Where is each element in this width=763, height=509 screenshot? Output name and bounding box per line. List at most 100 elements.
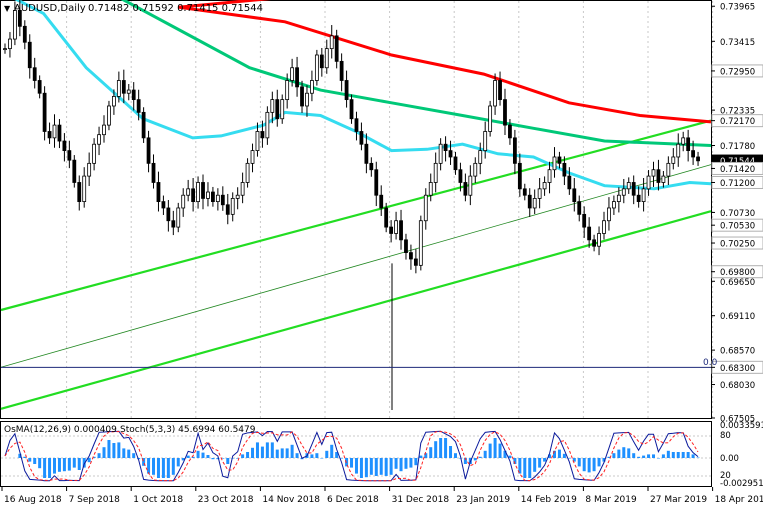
candle-body xyxy=(136,99,141,113)
candle-body xyxy=(527,194,532,209)
candle-body xyxy=(62,140,67,152)
candle-body xyxy=(324,48,329,69)
price-tick-label: 0.70730 xyxy=(720,209,755,219)
osma-bar xyxy=(77,458,81,470)
time-tick-label: 1 Oct 2018 xyxy=(133,495,183,505)
candle-body xyxy=(463,182,468,196)
osma-bar xyxy=(592,458,596,472)
candle-body xyxy=(260,131,265,139)
osma-bar xyxy=(389,458,393,475)
candle-body xyxy=(587,226,592,241)
osma-bar xyxy=(642,455,646,458)
osma-bar xyxy=(28,458,32,462)
osma-bar xyxy=(97,453,101,458)
candle-body xyxy=(107,105,111,126)
price-tick-label: 0.69650 xyxy=(720,278,755,288)
osma-bar xyxy=(350,458,354,468)
candle-body xyxy=(151,162,156,183)
candle-body xyxy=(245,162,250,183)
candle-body xyxy=(67,150,72,161)
candle-body xyxy=(8,38,12,50)
osma-bar xyxy=(409,458,413,468)
candle-body xyxy=(616,194,621,202)
candle-body xyxy=(537,188,542,199)
osma-bar xyxy=(176,458,180,467)
chart-title: AUDUSD,Daily xyxy=(14,3,86,14)
candle-body xyxy=(483,131,488,152)
candle-body xyxy=(448,150,453,158)
osma-bar xyxy=(147,458,151,474)
osma-bar xyxy=(280,448,284,458)
candle-body xyxy=(305,92,309,107)
osma-bar xyxy=(498,443,502,458)
osma-bar xyxy=(656,458,660,459)
candle-body xyxy=(394,220,398,234)
candle-body xyxy=(156,182,161,202)
time-tick-label: 7 Sep 2018 xyxy=(69,495,121,505)
candle-body xyxy=(597,233,601,247)
candle-body xyxy=(379,194,384,209)
candle-body xyxy=(329,35,334,50)
candle-body xyxy=(121,80,126,94)
candle-body xyxy=(686,137,691,152)
osma-bar xyxy=(275,449,279,458)
candle-body xyxy=(409,252,413,260)
osma-bar xyxy=(478,456,482,458)
candle-body xyxy=(443,143,448,152)
candle-body xyxy=(522,188,527,196)
candle-body xyxy=(478,150,483,164)
candle-body xyxy=(52,124,57,139)
candle-body xyxy=(542,182,547,190)
candle-body xyxy=(57,124,62,142)
osma-bar xyxy=(666,450,670,458)
osma-bar xyxy=(246,452,250,458)
osma-bar xyxy=(290,444,294,458)
candle-body xyxy=(691,150,695,158)
price-tick-label: 0.69110 xyxy=(720,312,755,322)
osma-bar xyxy=(651,454,655,458)
candle-body xyxy=(310,80,314,94)
time-tick-label: 23 Jan 2019 xyxy=(456,495,510,505)
candle-body xyxy=(389,226,394,234)
candle-body xyxy=(161,201,166,209)
candle-body xyxy=(13,9,17,40)
osma-bar xyxy=(57,458,61,472)
osma-bar xyxy=(597,458,601,467)
osma-bar xyxy=(671,452,675,458)
ohlc-values: 0.71482 0.71592 0.71415 0.71544 xyxy=(88,3,263,14)
osma-bar xyxy=(117,442,121,458)
candle-body xyxy=(275,99,280,120)
candle-body xyxy=(557,156,562,164)
osma-bar xyxy=(562,453,566,458)
price-chart: 0.739650.734150.729500.723350.721700.717… xyxy=(0,0,763,509)
osma-bar xyxy=(647,454,651,458)
candle-body xyxy=(37,80,42,94)
candle-body xyxy=(250,150,255,164)
candle-body xyxy=(468,175,473,196)
osma-bar xyxy=(171,458,175,475)
time-tick-label: 6 Dec 2018 xyxy=(327,495,379,505)
candle-body xyxy=(641,188,646,202)
candle-body xyxy=(572,188,577,202)
candle-body xyxy=(428,182,433,196)
osma-bar xyxy=(201,452,205,458)
candle-body xyxy=(77,182,82,202)
candle-body xyxy=(592,239,596,247)
osma-bar xyxy=(325,450,329,458)
candle-body xyxy=(32,67,37,81)
candle-body xyxy=(621,188,626,196)
osma-bar xyxy=(691,454,695,458)
candle-body xyxy=(300,86,304,107)
time-tick-label: 14 Nov 2018 xyxy=(262,495,320,505)
osma-bar xyxy=(434,441,438,458)
osma-bar xyxy=(196,450,200,458)
osma-bar xyxy=(112,443,116,458)
candle-body xyxy=(230,198,235,215)
osma-bar xyxy=(295,453,299,458)
indicator-scale-label: 0.0033591 xyxy=(720,421,763,431)
candle-body xyxy=(265,111,270,139)
osma-bar xyxy=(419,455,423,458)
candle-body xyxy=(116,80,121,97)
osma-bar xyxy=(582,458,586,472)
candle-body xyxy=(681,137,686,145)
